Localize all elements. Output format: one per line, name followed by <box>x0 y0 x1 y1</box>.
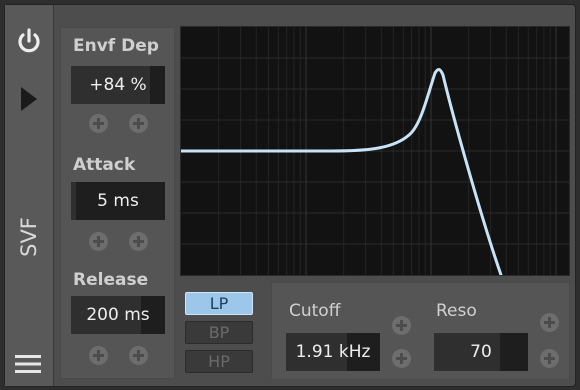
release-label: Release <box>73 270 149 290</box>
add-modulator-icon[interactable] <box>129 346 148 365</box>
resonance-label: Reso <box>436 301 477 321</box>
cutoff-label: Cutoff <box>289 301 341 321</box>
release-value: 200 ms <box>86 305 150 325</box>
filter-mode-hp-button[interactable]: HP <box>185 350 253 373</box>
cutoff-field[interactable]: 1.91 kHz <box>286 333 380 371</box>
filter-mode-bp-button[interactable]: BP <box>185 321 253 344</box>
add-modulator-icon[interactable] <box>540 349 559 368</box>
attack-field[interactable]: 5 ms <box>71 182 165 220</box>
device-name: SVF <box>17 217 41 257</box>
add-modulator-icon[interactable] <box>392 316 411 335</box>
envelope-depth-field[interactable]: +84 % <box>71 66 165 104</box>
add-modulator-icon[interactable] <box>129 114 148 133</box>
attack-label: Attack <box>73 155 136 175</box>
resonance-field[interactable]: 70 <box>434 333 528 371</box>
cutoff-value: 1.91 kHz <box>295 342 371 362</box>
svf-device: SVF Envf Dep +84 % Attack 5 ms Release 2… <box>4 4 576 387</box>
add-modulator-icon[interactable] <box>89 346 108 365</box>
attack-fill <box>71 182 76 220</box>
power-icon[interactable] <box>15 27 43 55</box>
filter-response-graph[interactable] <box>179 26 570 277</box>
filter-response-plot <box>179 27 569 277</box>
filter-mode-lp-button[interactable]: LP <box>185 292 253 315</box>
add-modulator-icon[interactable] <box>392 349 411 368</box>
envelope-params-panel: Envf Dep +84 % Attack 5 ms Release 200 m… <box>60 27 175 379</box>
filter-controls-panel: Cutoff 1.91 kHz Reso 70 <box>271 282 570 380</box>
device-strip: SVF <box>5 5 54 386</box>
release-field[interactable]: 200 ms <box>71 296 165 334</box>
menu-icon[interactable] <box>15 354 41 374</box>
add-modulator-icon[interactable] <box>89 232 108 251</box>
play-icon[interactable] <box>19 85 39 113</box>
envelope-depth-value: +84 % <box>89 75 147 95</box>
add-modulator-icon[interactable] <box>129 232 148 251</box>
resonance-value: 70 <box>470 342 492 362</box>
attack-value: 5 ms <box>97 191 139 211</box>
envelope-depth-label: Envf Dep <box>73 36 159 56</box>
add-modulator-icon[interactable] <box>540 313 559 332</box>
add-modulator-icon[interactable] <box>89 114 108 133</box>
